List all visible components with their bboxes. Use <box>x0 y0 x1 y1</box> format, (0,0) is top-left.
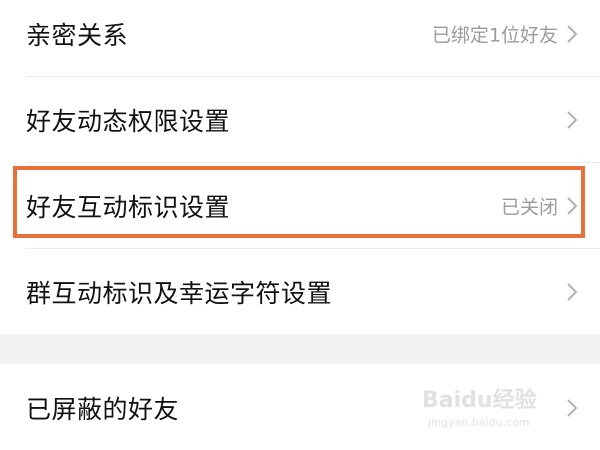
divider <box>26 76 600 77</box>
row-value: 已关闭 <box>500 196 558 219</box>
row-label: 亲密关系 <box>26 21 129 50</box>
row-friend-feed-permissions[interactable]: 好友动态权限设置 <box>0 78 600 162</box>
divider <box>26 162 600 163</box>
settings-group-top: 亲密关系 已绑定1位好友 好友动态权限设置 好友互动标识设置 已关闭 群互动标识… <box>0 0 600 334</box>
row-label: 好友互动标识设置 <box>26 193 231 222</box>
divider <box>26 248 600 249</box>
chevron-right-icon <box>567 25 578 43</box>
row-friend-interaction-badge[interactable]: 好友互动标识设置 已关闭 <box>0 164 600 248</box>
row-value: 已绑定1位好友 <box>431 24 558 47</box>
watermark-url: jingyan.baidu.com <box>428 416 530 429</box>
chevron-right-icon <box>567 111 578 129</box>
watermark-brand: Baidu经验 <box>422 388 537 413</box>
chevron-right-icon <box>567 197 578 215</box>
row-label: 群互动标识及幸运字符设置 <box>26 279 333 308</box>
row-intimate-relationship[interactable]: 亲密关系 已绑定1位好友 <box>0 0 600 76</box>
chevron-right-icon <box>567 283 578 301</box>
row-group-interaction-badge[interactable]: 群互动标识及幸运字符设置 <box>0 250 600 334</box>
row-label: 已屏蔽的好友 <box>26 395 180 424</box>
settings-page: 亲密关系 已绑定1位好友 好友动态权限设置 好友互动标识设置 已关闭 群互动标识… <box>0 0 600 450</box>
baidu-watermark: Baidu经验 jingyan.baidu.com <box>422 378 572 438</box>
row-label: 好友动态权限设置 <box>26 107 231 136</box>
